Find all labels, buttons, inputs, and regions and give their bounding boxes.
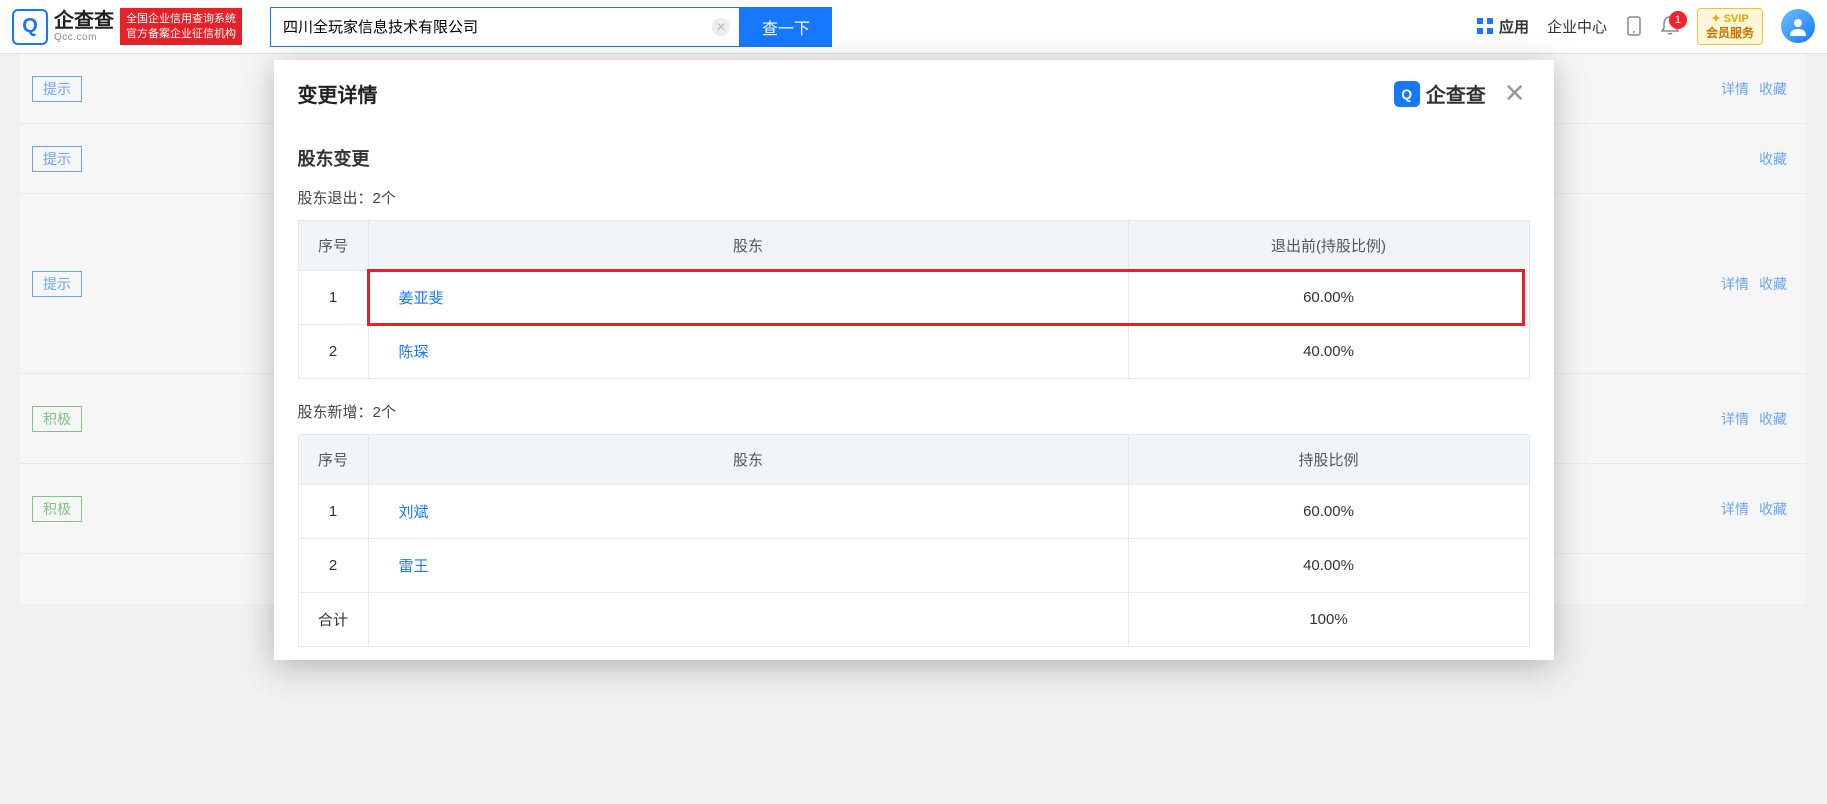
cell-total-label: 合计 — [298, 593, 368, 647]
exit-table: 序号 股东 退出前(持股比例) 1 姜亚斐 60.00% 2 陈琛 40.00% — [298, 220, 1530, 379]
col-shareholder: 股东 — [368, 435, 1128, 485]
search-input[interactable] — [270, 7, 740, 47]
cell-total-pct: 100% — [1128, 593, 1529, 647]
notification-count: 1 — [1669, 11, 1687, 29]
shareholder-link[interactable]: 雷王 — [399, 558, 429, 575]
search-wrap: ✕ 查一下 — [270, 7, 832, 47]
section-title: 股东变更 — [298, 145, 1530, 171]
close-icon[interactable]: ✕ — [1500, 78, 1530, 109]
phone-icon — [1625, 17, 1643, 35]
topbar-right: 应用 企业中心 1 ✦ SVIP 会员服务 — [1476, 8, 1815, 46]
table-row: 2 雷王 40.00% — [298, 539, 1529, 593]
avatar[interactable] — [1781, 9, 1815, 43]
search-button[interactable]: 查一下 — [740, 7, 832, 47]
shareholder-link[interactable]: 陈琛 — [399, 344, 429, 361]
exit-count-label: 股东退出：2个 — [298, 187, 1530, 208]
cell-index: 1 — [298, 271, 368, 325]
official-badge: 全国企业信用查询系统 官方备案企业征信机构 — [120, 8, 242, 45]
cell-shareholder: 姜亚斐 — [368, 271, 1128, 325]
col-ratio: 持股比例 — [1128, 435, 1529, 485]
enterprise-center-link[interactable]: 企业中心 — [1547, 16, 1607, 37]
notifications[interactable]: 1 — [1661, 17, 1679, 35]
table-row: 1 刘斌 60.00% — [298, 485, 1529, 539]
cell-index: 1 — [298, 485, 368, 539]
change-detail-modal: 变更详情 Q 企查查 ✕ 股东变更 股东退出：2个 序号 股东 退出前(持股比例… — [274, 60, 1554, 660]
table-row-total: 合计 100% — [298, 593, 1529, 647]
cell-index: 2 — [298, 325, 368, 379]
cell-shareholder: 雷王 — [368, 539, 1128, 593]
shareholder-link[interactable]: 姜亚斐 — [399, 290, 444, 307]
cell-pct: 60.00% — [1128, 271, 1529, 325]
table-row: 2 陈琛 40.00% — [298, 325, 1529, 379]
cell-index: 2 — [298, 539, 368, 593]
clear-icon[interactable]: ✕ — [712, 18, 730, 36]
modal-header: 变更详情 Q 企查查 ✕ — [274, 60, 1554, 121]
modal-title: 变更详情 — [298, 79, 378, 108]
cell-pct: 40.00% — [1128, 539, 1529, 593]
logo-sub: Qcc.com — [54, 32, 114, 43]
add-table: 序号 股东 持股比例 1 刘斌 60.00% 2 雷王 40.00% 合计 100% — [298, 434, 1530, 647]
logo[interactable]: Q 企查查 Qcc.com 全国企业信用查询系统 官方备案企业征信机构 — [12, 8, 242, 45]
cell-shareholder: 刘斌 — [368, 485, 1128, 539]
grid-icon — [1476, 17, 1494, 35]
modal-brand: Q 企查查 — [1394, 79, 1486, 108]
add-count-label: 股东新增：2个 — [298, 401, 1530, 422]
cell-pct: 40.00% — [1128, 325, 1529, 379]
apps-menu[interactable]: 应用 — [1476, 16, 1529, 37]
logo-text: 企查查 — [54, 10, 114, 32]
modal-body[interactable]: 股东变更 股东退出：2个 序号 股东 退出前(持股比例) 1姜亚斐60.00%2… — [274, 121, 1554, 660]
col-index: 序号 — [298, 221, 368, 271]
mobile-link[interactable] — [1625, 17, 1643, 35]
logo-mark-icon: Q — [12, 9, 48, 45]
col-before-ratio: 退出前(持股比例) — [1128, 221, 1529, 271]
table-row: 1 姜亚斐 60.00% — [298, 271, 1529, 325]
logo-mark-icon: Q — [1394, 81, 1420, 107]
svip-badge[interactable]: ✦ SVIP 会员服务 — [1697, 8, 1763, 46]
cell-shareholder: 陈琛 — [368, 325, 1128, 379]
col-index: 序号 — [298, 435, 368, 485]
shareholder-link[interactable]: 刘斌 — [399, 504, 429, 521]
col-shareholder: 股东 — [368, 221, 1128, 271]
cell-pct: 60.00% — [1128, 485, 1529, 539]
top-bar: Q 企查查 Qcc.com 全国企业信用查询系统 官方备案企业征信机构 ✕ 查一… — [0, 0, 1827, 54]
